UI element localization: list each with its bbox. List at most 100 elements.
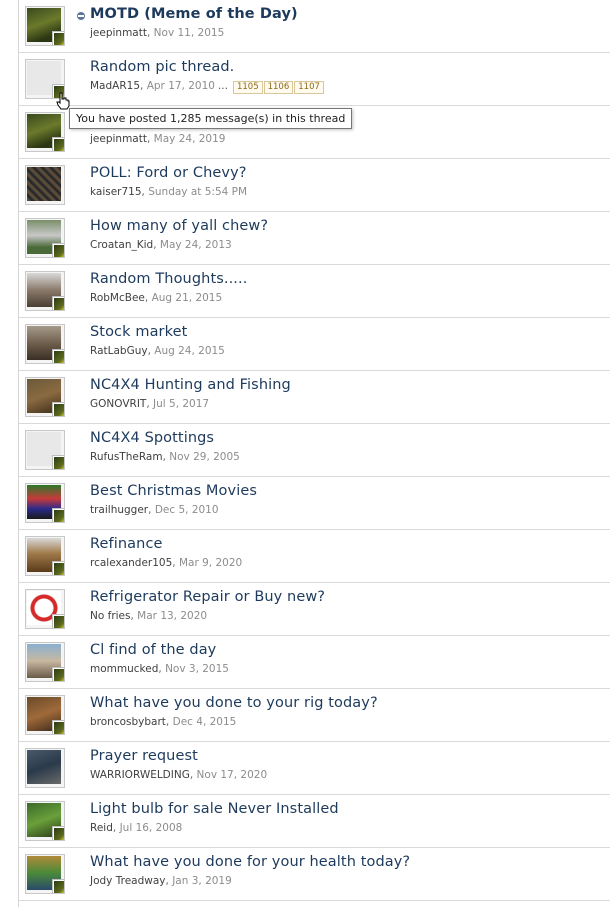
thread-row: MOTD (Meme of the Day) jeepinmatt, Nov 1… bbox=[19, 0, 610, 53]
last-poster-avatar[interactable] bbox=[53, 32, 64, 45]
page-link[interactable]: 1106 bbox=[263, 81, 294, 94]
avatar[interactable] bbox=[25, 536, 65, 576]
thread-title[interactable]: Cl find of the day bbox=[90, 642, 216, 658]
thread-title[interactable]: Refinance bbox=[90, 536, 163, 552]
last-poster-avatar[interactable] bbox=[53, 297, 64, 310]
last-poster-avatar[interactable] bbox=[53, 350, 64, 363]
avatar[interactable] bbox=[25, 218, 65, 258]
thread-date: Aug 24, 2015 bbox=[154, 345, 225, 357]
thread-title[interactable]: MOTD (Meme of the Day) bbox=[90, 6, 298, 22]
last-poster-avatar[interactable] bbox=[53, 562, 64, 575]
thread-date: May 24, 2019 bbox=[153, 133, 226, 145]
last-poster-avatar[interactable] bbox=[53, 138, 64, 151]
thread-date: Jul 5, 2017 bbox=[153, 398, 210, 410]
thread-meta: No fries, Mar 13, 2020 bbox=[90, 610, 208, 622]
thread-starter[interactable]: broncosbybart bbox=[90, 716, 166, 728]
page-link[interactable]: 1105 bbox=[232, 81, 263, 94]
avatar[interactable] bbox=[25, 854, 65, 894]
thread-starter[interactable]: rcalexander105 bbox=[90, 557, 172, 569]
avatar[interactable] bbox=[25, 483, 65, 523]
sticky-icon bbox=[77, 12, 85, 20]
posted-count-tooltip: You have posted 1,285 message(s) in this… bbox=[69, 108, 353, 129]
last-poster-avatar[interactable] bbox=[53, 721, 64, 734]
thread-date: Jul 16, 2008 bbox=[119, 822, 183, 834]
thread-row: NC4X4 Spottings RufusTheRam, Nov 29, 200… bbox=[19, 424, 610, 477]
thread-title[interactable]: Light bulb for sale Never Installed bbox=[90, 801, 339, 817]
thread-starter[interactable]: trailhugger bbox=[90, 504, 148, 516]
thread-title[interactable]: NC4X4 Spottings bbox=[90, 430, 214, 446]
thread-meta: Croatan_Kid, May 24, 2013 bbox=[90, 239, 232, 251]
thread-starter[interactable]: RobMcBee bbox=[90, 292, 145, 304]
avatar[interactable] bbox=[25, 6, 65, 46]
thread-title[interactable]: Random pic thread. bbox=[90, 59, 234, 75]
avatar[interactable] bbox=[25, 695, 65, 735]
thread-starter[interactable]: Reid bbox=[90, 822, 113, 834]
avatar[interactable] bbox=[25, 642, 65, 682]
page-ellipsis: ... bbox=[217, 80, 228, 92]
thread-date: May 24, 2013 bbox=[159, 239, 232, 251]
avatar[interactable] bbox=[25, 112, 65, 152]
avatar[interactable] bbox=[25, 324, 65, 364]
thread-row: What have you done to your rig today? br… bbox=[19, 689, 610, 742]
thread-title[interactable]: Stock market bbox=[90, 324, 187, 340]
last-poster-avatar[interactable] bbox=[53, 509, 64, 522]
thread-title[interactable]: Refrigerator Repair or Buy new? bbox=[90, 589, 325, 605]
thread-row: Stock market RatLabGuy, Aug 24, 2015 bbox=[19, 318, 610, 371]
thread-starter[interactable]: Croatan_Kid bbox=[90, 239, 153, 251]
thread-title[interactable]: How many of yall chew? bbox=[90, 218, 268, 234]
last-poster-avatar[interactable] bbox=[53, 615, 64, 628]
thread-title[interactable]: Random Thoughts..... bbox=[90, 271, 247, 287]
thread-date: Mar 13, 2020 bbox=[137, 610, 208, 622]
last-poster-avatar[interactable] bbox=[53, 668, 64, 681]
thread-row: Refinance rcalexander105, Mar 9, 2020 bbox=[19, 530, 610, 583]
thread-row: Best Christmas Movies trailhugger, Dec 5… bbox=[19, 477, 610, 530]
thread-starter[interactable]: mommucked bbox=[90, 663, 158, 675]
thread-starter[interactable]: kaiser715 bbox=[90, 186, 142, 198]
thread-starter[interactable]: No fries bbox=[90, 610, 130, 622]
thread-starter[interactable]: Jody Treadway bbox=[90, 875, 166, 887]
thread-date: Nov 17, 2020 bbox=[196, 769, 268, 781]
page-link[interactable]: 1107 bbox=[294, 81, 324, 94]
avatar[interactable] bbox=[25, 748, 65, 788]
thread-date: Apr 17, 2010 bbox=[146, 80, 215, 92]
last-poster-avatar[interactable] bbox=[53, 827, 64, 840]
thread-starter[interactable]: RufusTheRam bbox=[90, 451, 163, 463]
thread-row: Light bulb for sale Never Installed Reid… bbox=[19, 795, 610, 848]
thread-date: Mar 9, 2020 bbox=[178, 557, 243, 569]
thread-row: How many of yall chew? Croatan_Kid, May … bbox=[19, 212, 610, 265]
thread-starter[interactable]: MadAR15 bbox=[90, 80, 140, 92]
thread-title[interactable]: NC4X4 Hunting and Fishing bbox=[90, 377, 291, 393]
thread-title[interactable]: POLL: Ford or Chevy? bbox=[90, 165, 247, 181]
thread-date: Aug 21, 2015 bbox=[151, 292, 223, 304]
thread-starter[interactable]: WARRIORWELDING bbox=[90, 769, 190, 781]
thread-starter[interactable]: GONOVRIT bbox=[90, 398, 146, 410]
thread-meta: MadAR15, Apr 17, 2010... 1105 1106 1107 bbox=[90, 80, 324, 94]
thread-title[interactable]: What have you done for your health today… bbox=[90, 854, 410, 870]
thread-date: Dec 5, 2010 bbox=[154, 504, 219, 516]
last-poster-avatar[interactable] bbox=[53, 244, 64, 257]
thread-title[interactable]: Prayer request bbox=[90, 748, 198, 764]
avatar[interactable] bbox=[25, 165, 65, 205]
thread-list: MOTD (Meme of the Day) jeepinmatt, Nov 1… bbox=[18, 0, 610, 907]
thread-meta: broncosbybart, Dec 4, 2015 bbox=[90, 716, 237, 728]
avatar[interactable] bbox=[25, 801, 65, 841]
thread-starter[interactable]: jeepinmatt bbox=[90, 27, 147, 39]
avatar[interactable] bbox=[25, 589, 65, 629]
thread-row: Random Thoughts..... RobMcBee, Aug 21, 2… bbox=[19, 265, 610, 318]
thread-meta: RobMcBee, Aug 21, 2015 bbox=[90, 292, 223, 304]
thread-meta: jeepinmatt, Nov 11, 2015 bbox=[90, 27, 225, 39]
thread-meta: WARRIORWELDING, Nov 17, 2020 bbox=[90, 769, 268, 781]
thread-starter[interactable]: jeepinmatt bbox=[90, 133, 147, 145]
avatar[interactable] bbox=[25, 377, 65, 417]
thread-starter[interactable]: RatLabGuy bbox=[90, 345, 148, 357]
thread-title[interactable]: Best Christmas Movies bbox=[90, 483, 257, 499]
thread-date: Nov 11, 2015 bbox=[153, 27, 225, 39]
avatar[interactable] bbox=[25, 271, 65, 311]
thread-title[interactable]: What have you done to your rig today? bbox=[90, 695, 378, 711]
last-poster-avatar[interactable] bbox=[53, 403, 64, 416]
thread-meta: RufusTheRam, Nov 29, 2005 bbox=[90, 451, 240, 463]
avatar[interactable] bbox=[25, 430, 65, 470]
thread-row: What have you done for your health today… bbox=[19, 848, 610, 901]
last-poster-avatar[interactable] bbox=[53, 456, 64, 469]
last-poster-avatar[interactable] bbox=[53, 880, 64, 893]
